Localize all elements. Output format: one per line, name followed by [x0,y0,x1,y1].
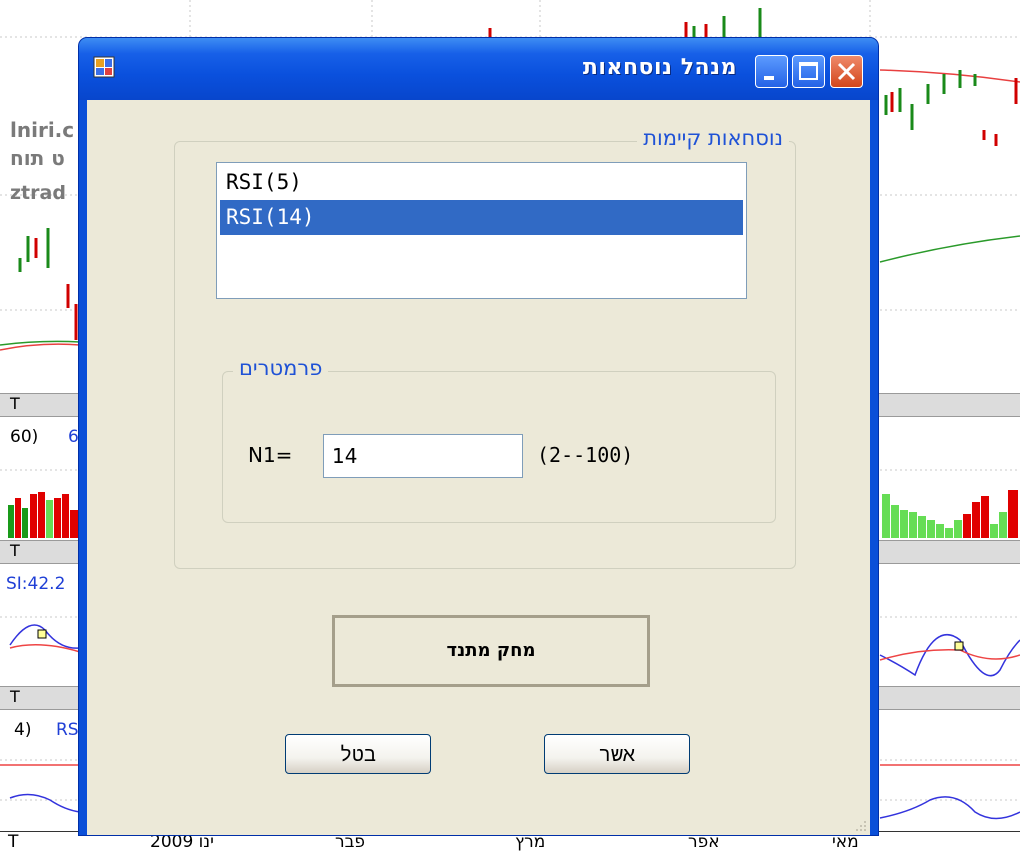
list-item-selected[interactable]: RSI(14) [220,200,743,235]
date-axis-label: אפר [688,832,720,852]
list-item[interactable]: RSI(5) [220,165,743,200]
window-title: מנהל נוסחאות [582,55,737,80]
date-axis-marker: T [8,832,19,852]
existing-formulas-title: נוסחאות קיימות [637,126,789,150]
n1-input[interactable]: 14 [323,434,523,478]
bg-pane3-value: 4) [14,720,32,740]
date-axis-label: מרץ [515,832,546,852]
bg-pane2-value: SI:42.2 [6,574,66,594]
minimize-button[interactable] [755,55,788,88]
maximize-button[interactable] [792,55,825,88]
date-axis-label: מאי [832,832,859,852]
bg-site-text-1: lniri.c [10,118,75,142]
date-axis-label: פבר [335,832,366,852]
maximize-icon [799,62,818,80]
bg-pane1-value: 60) [10,427,39,447]
date-axis-label: 2009 ינו [150,832,214,852]
n1-range-label: (2--100) [537,443,634,467]
dialog-client-area: נוסחאות קיימות RSI(5) RSI(14) פרמטרים N1… [87,100,870,835]
bg-pane1-value-blue: 6 [68,427,79,447]
title-bar[interactable]: מנהל נוסחאות [79,38,878,100]
delete-indicator-button[interactable]: מחק מתנד [332,615,650,687]
close-button[interactable] [830,55,863,88]
cancel-button[interactable]: בטל [285,734,431,774]
bg-site-text-2: ט תוח [10,146,65,170]
ok-button[interactable]: אשר [544,734,690,774]
formula-manager-dialog: מנהל נוסחאות נוסחאות קיימות RSI(5) RSI(1… [79,38,878,835]
parameters-title: פרמטרים [233,356,329,380]
minimize-icon [764,76,774,80]
bg-pane3-value-blue: RS [56,720,79,740]
resize-grip-icon[interactable] [854,819,868,833]
app-icon[interactable] [93,56,115,78]
bg-site-text-3: ztrad [10,182,66,204]
formulas-listbox[interactable]: RSI(5) RSI(14) [216,162,747,299]
close-icon [837,62,856,81]
n1-label: N1= [248,443,293,467]
